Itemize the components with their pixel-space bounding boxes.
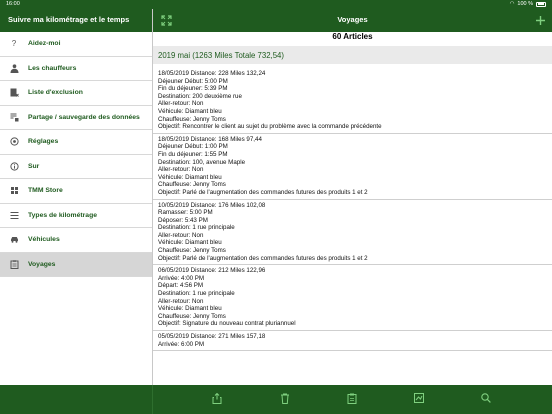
trip-detail: Véhicule: Diamant bleu [158,173,222,181]
sidebar-header: Suivre ma kilométrage et le temps [0,9,152,32]
sidebar-item-label: Aidez-moi [28,40,61,48]
trip-list: 18/05/2019 Distance: 228 Miles 132,24 Déj… [153,68,552,352]
sidebar-item-label: Partage / sauvegarde des données [28,113,140,121]
toolbar-divider [152,385,153,414]
trip-summary: 10/05/2019 Distance: 176 Miles 102,08 [158,201,266,209]
sidebar-item-trips[interactable]: Voyages [0,252,152,277]
sidebar-item-label: Véhicules [28,236,60,244]
wifi-icon: ◠ [509,1,515,7]
main-header: Voyages [153,9,552,32]
trip-detail: Destination: 1 rue principale [158,290,235,298]
page-title: Voyages [337,15,368,24]
settings-icon [0,137,28,146]
trip-detail: Destination: 100, avenue Maple [158,158,246,166]
sidebar-item-help[interactable]: ? Aidez-moi [0,32,152,57]
status-time: 16:00 [6,1,20,7]
info-icon [0,162,28,171]
sidebar-item-label: Voyages [28,260,56,268]
trip-detail: Chauffeuse: Jenny Toms [158,115,226,123]
status-bar: 16:00 ◠ 100 % [0,0,552,9]
battery-percent: 100 % [517,1,533,7]
trip-detail: Véhicule: Diamant bleu [158,239,222,247]
trip-detail: Déjeuner Début: 1:00 PM [158,143,228,151]
battery-icon [536,1,546,7]
trip-detail: Chauffeuse: Jenny Toms [158,181,226,189]
sidebar-item-mileage-types[interactable]: Types de kilométrage [0,204,152,228]
sidebar-item-vehicles[interactable]: Véhicules [0,228,152,253]
trip-detail: Destination: 200 deuxième rue [158,92,242,100]
clipboard-icon [0,260,28,269]
trip-detail: Déjeuner Début: 5:00 PM [158,77,228,85]
share-icon[interactable] [211,392,223,404]
section-title: 2019 mai (1263 Miles Totale 732,54) [158,51,284,60]
store-icon [0,186,28,195]
sidebar-item-label: Liste d'exclusion [28,89,83,97]
trip-detail: Fin du déjeuner: 1:55 PM [158,150,228,158]
sidebar-item-label: Les chauffeurs [28,64,77,72]
sidebar-item-label: Réglages [28,138,59,146]
trip-entry[interactable]: 18/05/2019 Distance: 168 Miles 97,44 Déje… [153,134,552,200]
sidebar-item-label: TMM Store [28,187,63,195]
sidebar-item-label: Sur [28,162,40,170]
sidebar-item-about[interactable]: Sur [0,155,152,179]
trip-summary: 06/05/2019 Distance: 212 Miles 122,96 [158,267,266,275]
trip-detail: Aller-retour: Non [158,166,204,174]
sidebar: ? Aidez-moi Les chauffeurs Liste d'exclu… [0,32,152,385]
status-indicators: ◠ 100 % [510,1,546,7]
trip-entry[interactable]: 18/05/2019 Distance: 228 Miles 132,24 Déj… [153,68,552,134]
sidebar-item-store[interactable]: TMM Store [0,179,152,204]
trip-detail: Chauffeuse: Jenny Toms [158,247,226,255]
trip-entry[interactable]: 05/05/2019 Distance: 271 Miles 157,18 Arr… [153,331,552,352]
sidebar-item-drivers[interactable]: Les chauffeurs [0,57,152,81]
driver-icon [0,64,28,73]
map-icon[interactable] [413,392,425,404]
trip-detail: Aller-retour: Non [158,297,204,305]
exclusion-list-icon [0,88,28,98]
trip-detail: Déposer: 5:43 PM [158,216,208,224]
trash-icon[interactable] [279,392,291,404]
bottom-toolbar [0,385,552,414]
sidebar-item-exclusion-list[interactable]: Liste d'exclusion [0,81,152,106]
sidebar-item-label: Types de kilométrage [28,211,98,219]
share-backup-icon [0,113,28,122]
trip-detail: Départ: 4:56 PM [158,282,204,290]
trip-detail: Chauffeuse: Jenny Toms [158,312,226,320]
trip-list-panel: 60 Articles 2019 mai (1263 Miles Totale … [153,32,552,385]
add-icon[interactable] [533,13,547,27]
clipboard-icon[interactable] [346,392,358,404]
trip-detail: Ramasser: 5:00 PM [158,209,213,217]
trip-detail: Objectif: Rencontrer le client au sujet … [158,123,382,131]
search-icon[interactable] [480,392,492,404]
trip-detail: Aller-retour: Non [158,100,204,108]
sidebar-item-settings[interactable]: Réglages [0,130,152,155]
trip-detail: Objectif: Parlé de l'augmentation des co… [158,254,368,262]
trip-summary: 18/05/2019 Distance: 228 Miles 132,24 [158,70,266,77]
trip-detail: Véhicule: Diamant bleu [158,107,222,115]
trip-detail: Destination: 1 rue principale [158,224,235,232]
list-icon [0,211,28,220]
question-icon: ? [11,39,17,49]
trip-detail: Arrivée: 6:00 PM [158,340,205,348]
trip-summary: 05/05/2019 Distance: 271 Miles 157,18 [158,333,266,340]
sidebar-item-share-backup[interactable]: Partage / sauvegarde des données [0,106,152,130]
trip-entry[interactable]: 06/05/2019 Distance: 212 Miles 122,96 Arr… [153,265,552,331]
trip-detail: Objectif: Parlé de l'augmentation des co… [158,188,368,196]
trip-detail: Véhicule: Diamant bleu [158,305,222,313]
trip-entry[interactable]: 10/05/2019 Distance: 176 Miles 102,08 Ram… [153,200,552,266]
car-icon [0,235,28,244]
trip-summary: 18/05/2019 Distance: 168 Miles 97,44 [158,135,262,143]
trip-detail: Aller-retour: Non [158,231,204,239]
month-section-header: 2019 mai (1263 Miles Totale 732,54) [153,46,552,64]
sidebar-title: Suivre ma kilométrage et le temps [8,15,130,24]
trip-detail: Fin du déjeuner: 5:39 PM [158,85,228,93]
article-count: 60 Articles [332,32,373,41]
trip-detail: Objectif: Signature du nouveau contrat p… [158,320,296,328]
trip-detail: Arrivée: 4:00 PM [158,274,205,282]
